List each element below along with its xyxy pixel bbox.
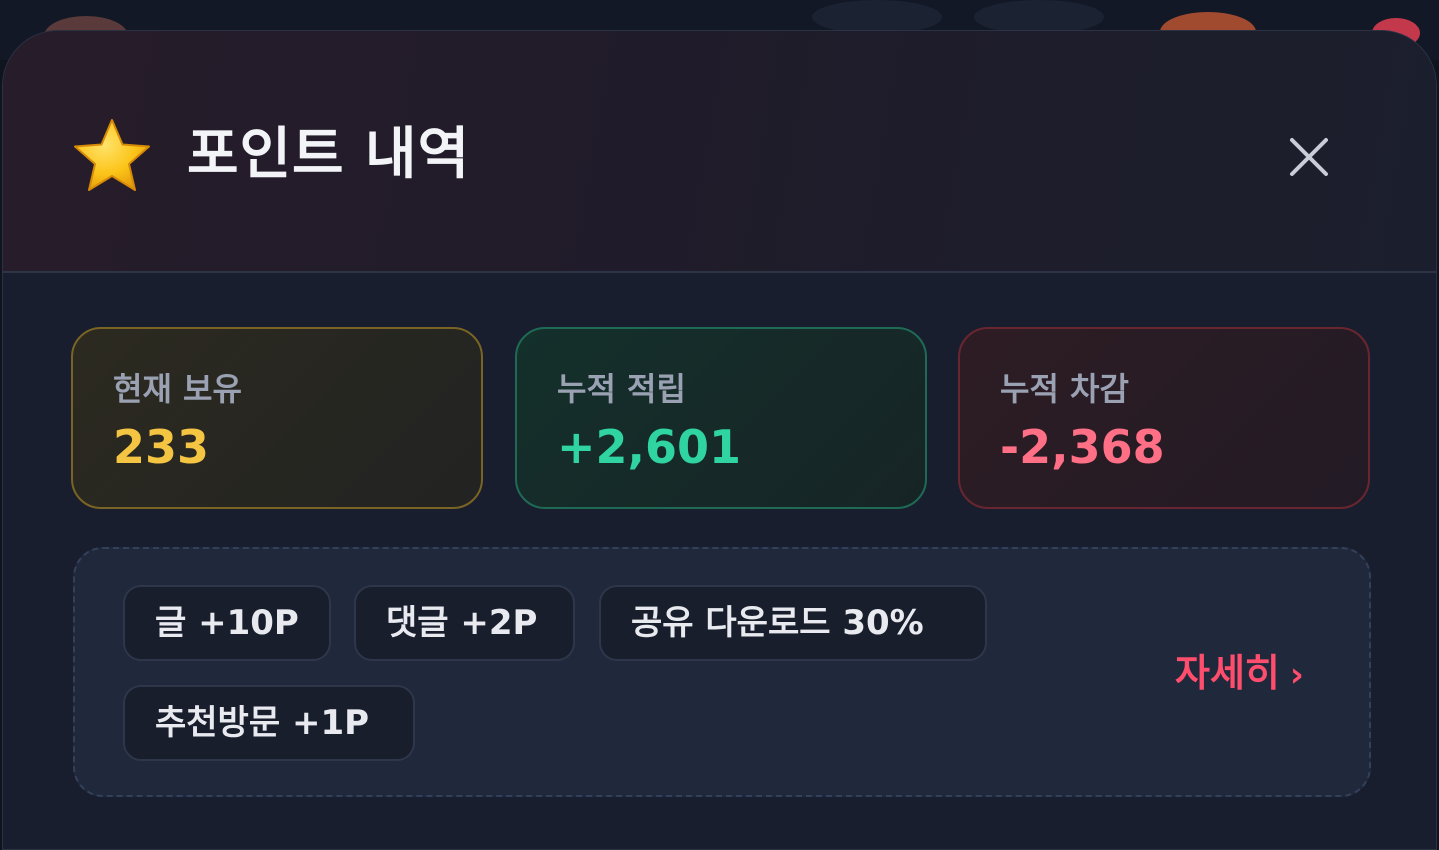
stat-value-earned: +2,601 [557,420,742,474]
modal-title: 포인트 내역 [187,122,471,187]
close-icon[interactable] [1279,127,1339,187]
chevron-right-icon: › [1289,655,1304,695]
star-icon [74,119,150,191]
stat-label-current: 현재 보유 [113,370,242,408]
background-icon-button [974,0,1104,34]
rule-chip-share-download: 공유 다운로드 30% [599,585,987,661]
modal-header: 포인트 내역 [3,31,1436,273]
details-link[interactable]: 자세히 › [1175,645,1304,703]
stat-label-earned: 누적 적립 [557,370,686,408]
rule-chip-comment: 댓글 +2P [354,585,575,661]
stat-label-spent: 누적 차감 [1000,370,1129,408]
stat-card-earned: 누적 적립 +2,601 [515,327,927,509]
stat-card-current: 현재 보유 233 [71,327,483,509]
background-icon-button [812,0,942,34]
details-link-label: 자세히 [1175,651,1280,695]
points-history-modal: 포인트 내역 현재 보유 233 누적 적립 +2,601 누적 차감 -2,3… [2,30,1437,850]
point-rules-panel: 글 +10P 댓글 +2P 공유 다운로드 30% 추천방문 +1P 자세히 › [73,547,1371,797]
stat-value-spent: -2,368 [1000,420,1165,474]
rule-chip-post: 글 +10P [123,585,331,661]
rule-chip-recommend-visit: 추천방문 +1P [123,685,415,761]
stat-value-current: 233 [113,420,210,474]
stat-card-spent: 누적 차감 -2,368 [958,327,1370,509]
